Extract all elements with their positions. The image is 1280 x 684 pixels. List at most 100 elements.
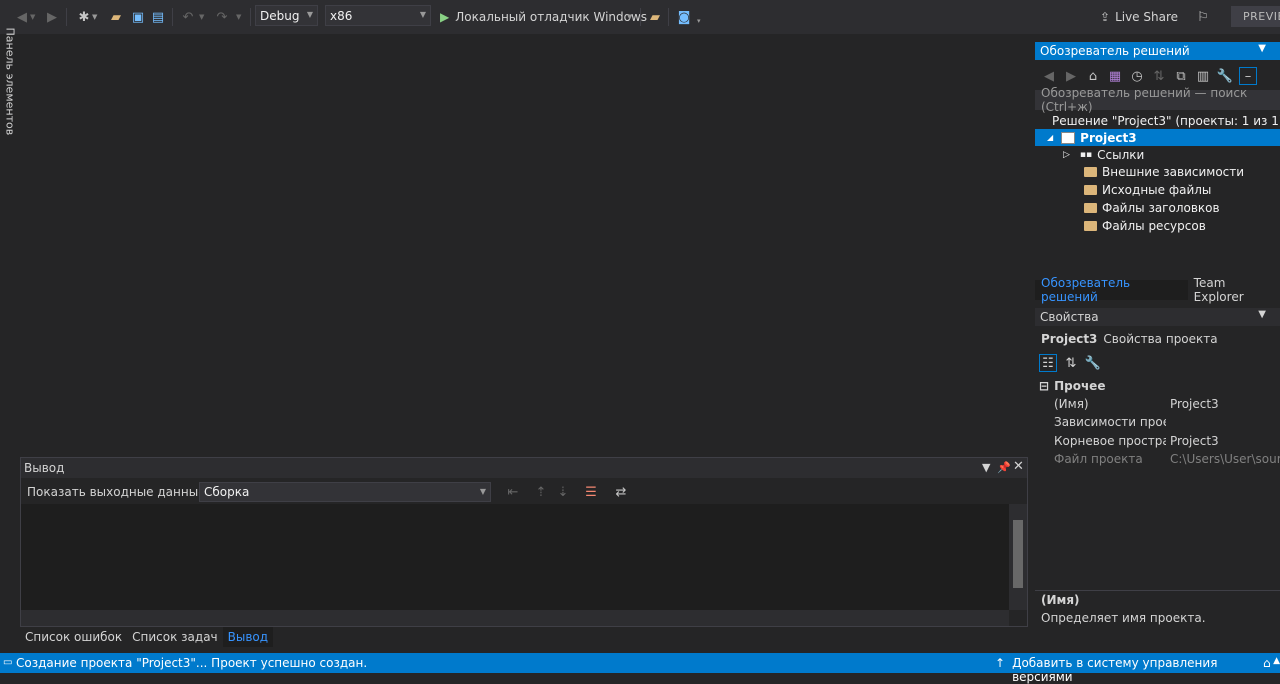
toolbar-options-icon[interactable]: ▾ <box>697 4 701 38</box>
add-to-source-control-button[interactable]: ↑ Добавить в систему управления версиями… <box>995 656 1280 684</box>
pending-changes-icon[interactable]: ◷ <box>1129 68 1145 84</box>
output-text-area[interactable] <box>21 504 1009 610</box>
property-row[interactable]: Корневое пространс Project3 <box>1035 432 1280 450</box>
new-project-dropdown-icon[interactable]: ▼ <box>92 0 97 34</box>
property-pages-icon[interactable]: 🔧 <box>1085 355 1101 371</box>
notifications-icon[interactable]: ⌂ <box>1263 656 1271 670</box>
toolbar-divider <box>250 8 251 26</box>
property-value[interactable]: Project3 <box>1170 397 1280 411</box>
scrollbar-thumb[interactable] <box>1013 520 1023 588</box>
tree-item-header-files[interactable]: Файлы заголовков <box>1035 199 1280 216</box>
solution-explorer-title-bar[interactable]: Обозреватель решений ▼ <box>1035 42 1280 60</box>
find-message-icon[interactable]: ⇤ <box>505 484 521 500</box>
alphabetical-icon[interactable]: ⇅ <box>1063 355 1079 371</box>
run-dropdown-icon[interactable]: ▼ <box>627 0 632 34</box>
toolbar-divider <box>172 8 173 26</box>
start-debugging-button[interactable]: ▶ Локальный отладчик Windows <box>440 0 647 34</box>
chevron-up-icon: ▲ <box>1273 656 1280 666</box>
property-key: Корневое пространс <box>1054 434 1166 448</box>
folder-icon <box>1084 220 1097 231</box>
description-title: (Имя) <box>1041 593 1080 607</box>
property-value: C:\Users\User\source\ <box>1170 452 1280 466</box>
platform-dropdown[interactable]: x86 ▼ <box>325 5 431 26</box>
properties-object-selector[interactable]: Project3 Свойства проекта <box>1035 330 1280 348</box>
source-control-label: Добавить в систему управления версиями <box>1012 656 1218 684</box>
play-icon: ▶ <box>440 10 450 24</box>
clear-all-icon[interactable]: ☰ <box>583 484 599 500</box>
project-node[interactable]: ◢ Project3 <box>1035 129 1280 146</box>
solution-explorer-toolbar: ◀ ▶ ⌂ ▦ ◷ ⇅ ⧉ ▥ 🔧 – <box>1035 64 1280 88</box>
open-folder-icon[interactable]: ▰ <box>108 0 124 34</box>
property-row[interactable]: Зависимости проект <box>1035 413 1280 431</box>
show-all-files-icon[interactable]: ▥ <box>1195 68 1211 84</box>
feedback-icon[interactable]: ⚐ <box>1195 0 1211 34</box>
share-icon: ⇪ <box>1100 10 1111 24</box>
arrow-up-icon: ↑ <box>995 656 1006 670</box>
tab-error-list[interactable]: Список ошибок <box>20 627 127 647</box>
solution-node[interactable]: Решение "Project3" (проекты: 1 из 1) <box>1035 112 1280 129</box>
undo-dropdown-icon[interactable]: ▼ <box>199 0 204 34</box>
back-dropdown-icon[interactable]: ▼ <box>30 0 35 34</box>
property-row[interactable]: (Имя) Project3 <box>1035 395 1280 413</box>
home-icon[interactable]: ⌂ <box>1085 68 1101 84</box>
save-all-icon[interactable]: ▤ <box>150 0 166 34</box>
tab-team-explorer[interactable]: Team Explorer <box>1188 276 1280 304</box>
folder-icon <box>1084 202 1097 213</box>
word-wrap-icon[interactable]: ⇄ <box>613 484 629 500</box>
collapse-all-icon[interactable]: ⧉ <box>1173 68 1189 84</box>
property-key: Файл проекта <box>1054 452 1143 466</box>
panel-options-icon[interactable]: ▼ <box>1258 43 1266 54</box>
toolbox-tab[interactable]: Панель элементов <box>0 28 17 174</box>
output-title-bar[interactable]: Вывод ▼ 📌 ✕ <box>21 458 1027 478</box>
properties-wrench-icon[interactable]: 🔧 <box>1217 68 1233 84</box>
forward-icon[interactable]: ▶ <box>1063 68 1079 84</box>
save-icon[interactable]: ▣ <box>130 0 146 34</box>
category-row[interactable]: ⊟ Прочее <box>1035 377 1280 395</box>
expand-arrow-icon[interactable]: ◢ <box>1047 133 1053 142</box>
output-source-dropdown[interactable]: Сборка ▼ <box>199 482 491 502</box>
previous-message-icon[interactable]: ⇡ <box>533 484 549 500</box>
sync-icon[interactable]: ⇅ <box>1151 68 1167 84</box>
property-key: Зависимости проект <box>1054 415 1166 429</box>
collapse-arrow-icon[interactable]: ▷ <box>1063 150 1070 160</box>
tab-task-list[interactable]: Список задач <box>127 627 223 647</box>
tree-item-source-files[interactable]: Исходные файлы <box>1035 181 1280 198</box>
back-icon[interactable]: ◀ <box>1041 68 1057 84</box>
next-message-icon[interactable]: ⇣ <box>555 484 571 500</box>
find-in-files-icon[interactable]: ▰ <box>647 0 663 34</box>
tree-item-external-deps[interactable]: Внешние зависимости <box>1035 163 1280 180</box>
panel-options-icon[interactable]: ▼ <box>1258 309 1266 320</box>
bottom-tool-tabs: Список ошибок Список задач Вывод <box>20 627 274 647</box>
live-share-button[interactable]: ⇪ Live Share <box>1100 0 1178 34</box>
status-icon: ▭ <box>3 657 13 668</box>
properties-title-bar[interactable]: Свойства ▼ <box>1035 308 1280 326</box>
new-project-icon[interactable]: ✱ <box>76 0 92 34</box>
property-row[interactable]: Файл проекта C:\Users\User\source\ <box>1035 450 1280 468</box>
panel-options-icon[interactable]: ▼ <box>982 461 990 474</box>
preview-button[interactable]: PREVIEW <box>1231 6 1280 27</box>
redo-icon[interactable]: ↷ <box>214 0 230 34</box>
status-message: Создание проекта "Project3"... Проект ус… <box>16 656 368 670</box>
tree-item-resource-files[interactable]: Файлы ресурсов <box>1035 217 1280 234</box>
undo-icon[interactable]: ↶ <box>180 0 196 34</box>
horizontal-scrollbar[interactable] <box>21 610 1009 626</box>
forward-icon[interactable]: ▶ <box>44 0 60 34</box>
screenshot-icon[interactable]: ◙ <box>676 0 692 34</box>
close-icon[interactable]: ✕ <box>1013 459 1024 474</box>
categorized-icon[interactable]: ☷ <box>1039 354 1057 372</box>
object-name: Project3 <box>1041 332 1098 346</box>
collapse-icon[interactable]: ⊟ <box>1039 379 1049 393</box>
tab-output[interactable]: Вывод <box>222 627 274 647</box>
vertical-scrollbar[interactable] <box>1009 504 1027 610</box>
tree-item-label: Внешние зависимости <box>1102 164 1245 179</box>
solution-search-input[interactable]: Обозреватель решений — поиск (Ctrl+ж) <box>1035 86 1280 114</box>
property-value[interactable]: Project3 <box>1170 434 1280 448</box>
tab-solution-explorer[interactable]: Обозреватель решений <box>1035 276 1188 304</box>
preview-selected-icon[interactable]: – <box>1239 67 1257 85</box>
redo-dropdown-icon[interactable]: ▼ <box>236 0 241 34</box>
configuration-dropdown[interactable]: Debug ▼ <box>255 5 318 26</box>
chevron-down-icon: ▼ <box>419 10 426 19</box>
tree-item-references[interactable]: ▷ ▪▪ Ссылки <box>1035 146 1280 163</box>
switch-views-icon[interactable]: ▦ <box>1107 68 1123 84</box>
pin-icon[interactable]: 📌 <box>997 461 1011 474</box>
